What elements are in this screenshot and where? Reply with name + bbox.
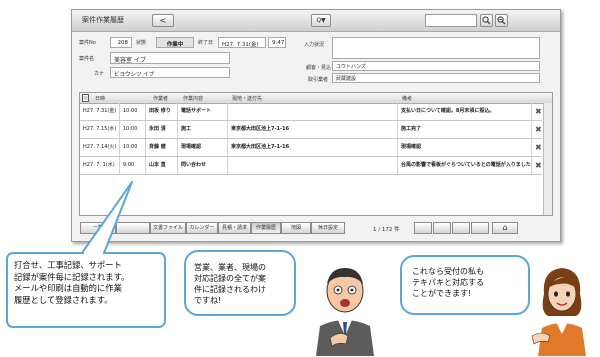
- input-status-field[interactable]: [332, 37, 540, 59]
- row-worker: 斉藤 健: [146, 139, 178, 156]
- document-icon[interactable]: [82, 94, 89, 102]
- tab-holiday-settings[interactable]: 休日設定: [311, 222, 345, 234]
- row-date: H27. 7.14(火): [80, 139, 120, 156]
- callout-middle: 営業、業者、現場の 対応記録の全てが案 件に記録されるわけ ですね!: [184, 250, 296, 316]
- row-note: 現場確認: [398, 139, 532, 156]
- last-page-button[interactable]: [471, 222, 489, 234]
- row-worker: 永田 清: [146, 121, 178, 138]
- kana-label: カナ: [94, 71, 105, 77]
- app-window: 案件作業履歴 < Q▼ 案件No 208 状態 作業中 終了日 H27. 7.3…: [71, 9, 561, 242]
- row-task: 施工: [178, 121, 228, 138]
- businessman-illustration: [316, 268, 374, 356]
- back-button[interactable]: <: [152, 14, 174, 27]
- vendor-label: 取引業者: [308, 77, 329, 83]
- row-place: [228, 157, 398, 174]
- first-page-button[interactable]: [414, 222, 432, 234]
- row-date: H27. 7.31(金): [80, 103, 120, 120]
- tab-estimate-invoice[interactable]: 見積・請求: [218, 222, 251, 234]
- next-page-button[interactable]: [452, 222, 470, 234]
- client-label: 顧客・見込: [306, 65, 332, 71]
- tab-list[interactable]: 一覧: [80, 222, 116, 234]
- row-date: H27. 7. 1(水): [80, 157, 120, 174]
- row-time: 10:00: [120, 103, 146, 120]
- col-datetime[interactable]: 日時: [95, 95, 105, 102]
- kana-field[interactable]: ビヨウシツ イブ: [110, 67, 230, 78]
- row-task: 電話サポート: [178, 103, 228, 120]
- receptionist-illustration: [531, 268, 586, 356]
- search-icon: [482, 16, 491, 25]
- case-name-label: 案件名: [79, 56, 95, 62]
- delete-row-icon[interactable]: ✖: [535, 161, 542, 170]
- row-task: 問い合わせ: [178, 157, 228, 174]
- search-plus-icon: [497, 16, 506, 25]
- tab-blank[interactable]: [116, 222, 150, 234]
- prev-page-button[interactable]: [433, 222, 451, 234]
- home-button[interactable]: ⌂: [492, 222, 518, 234]
- delete-row-icon[interactable]: ✖: [535, 125, 542, 134]
- delete-row-icon[interactable]: ✖: [535, 143, 542, 152]
- delete-row-icon[interactable]: ✖: [535, 107, 542, 116]
- tab-map[interactable]: 地図: [281, 222, 311, 234]
- row-worker: 田坂 修り: [146, 103, 178, 120]
- row-place: 東京都大田区池上7-1-16: [228, 121, 398, 138]
- tab-work-history[interactable]: 作業履歴: [251, 222, 281, 234]
- callout-left: 打合せ、工事記録、サポート 記録が案件毎に記録されます。 メールや印刷は自動的に…: [6, 252, 166, 328]
- row-time: 9:00: [120, 157, 146, 174]
- col-note[interactable]: 備考: [402, 95, 412, 102]
- row-place: 東京都大田区池上7-1-16: [228, 139, 398, 156]
- row-worker: 山本 直: [146, 157, 178, 174]
- row-place: [228, 103, 398, 120]
- col-place[interactable]: 現地・送付先: [232, 95, 262, 102]
- window-title: 案件作業履歴: [82, 16, 124, 24]
- tab-document-files[interactable]: 文書ファイル: [150, 222, 186, 234]
- row-time: 10:00: [120, 139, 146, 156]
- page-info: 1 / 172 件: [373, 227, 400, 233]
- search-next-button[interactable]: [495, 14, 508, 27]
- search-button[interactable]: [480, 14, 493, 27]
- table-row[interactable]: H27. 7.31(金) 10:00 田坂 修り 電話サポート 支払い日について…: [80, 103, 542, 121]
- filter-button[interactable]: Q▼: [311, 14, 331, 27]
- row-note: 支払い日について確認。8月末頃に振込。: [398, 103, 532, 120]
- search-input[interactable]: [425, 14, 477, 27]
- complete-date-field[interactable]: H27. 7.31(金): [218, 37, 266, 48]
- col-task[interactable]: 作業内容: [183, 95, 203, 102]
- status-badge: 作業中: [156, 37, 194, 48]
- table-scrollbar[interactable]: [543, 103, 552, 215]
- input-status-label: 入力状況: [304, 42, 325, 48]
- vendor-field[interactable]: 武蔵建設: [332, 73, 540, 83]
- title-bar: 案件作業履歴 < Q▼: [72, 10, 560, 32]
- case-no-field[interactable]: 208: [110, 37, 132, 48]
- row-note: 台風の影響で看板がぐらついているとの電話が入りました(店長): [398, 157, 532, 174]
- complete-date-label: 終了日: [198, 40, 214, 46]
- row-task: 現場確認: [178, 139, 228, 156]
- complete-time-field[interactable]: 9:47: [268, 37, 286, 48]
- table-row[interactable]: H27. 7.15(水) 10:00 永田 清 施工 東京都大田区池上7-1-1…: [80, 121, 542, 139]
- row-note: 施工完了: [398, 121, 532, 138]
- col-worker[interactable]: 作業者: [153, 95, 168, 102]
- case-name-field[interactable]: 美容室 イブ: [110, 52, 230, 64]
- row-time: 10:00: [120, 121, 146, 138]
- tab-calendar[interactable]: カレンダー: [186, 222, 218, 234]
- history-table: 日時 作業者 作業内容 現地・送付先 備考 H27. 7.31(金) 10:00…: [79, 92, 553, 216]
- case-no-label: 案件No: [79, 40, 96, 46]
- status-label: 状態: [136, 40, 147, 46]
- table-row[interactable]: H27. 7. 1(水) 9:00 山本 直 問い合わせ 台風の影響で看板がぐら…: [80, 157, 542, 175]
- table-row[interactable]: H27. 7.14(火) 10:00 斉藤 健 現場確認 東京都大田区池上7-1…: [80, 139, 542, 157]
- client-field[interactable]: ユウトハンズ: [332, 61, 540, 71]
- callout-right: これなら受付の私も テキパキと対応する ことができます!: [400, 255, 530, 315]
- row-date: H27. 7.15(水): [80, 121, 120, 138]
